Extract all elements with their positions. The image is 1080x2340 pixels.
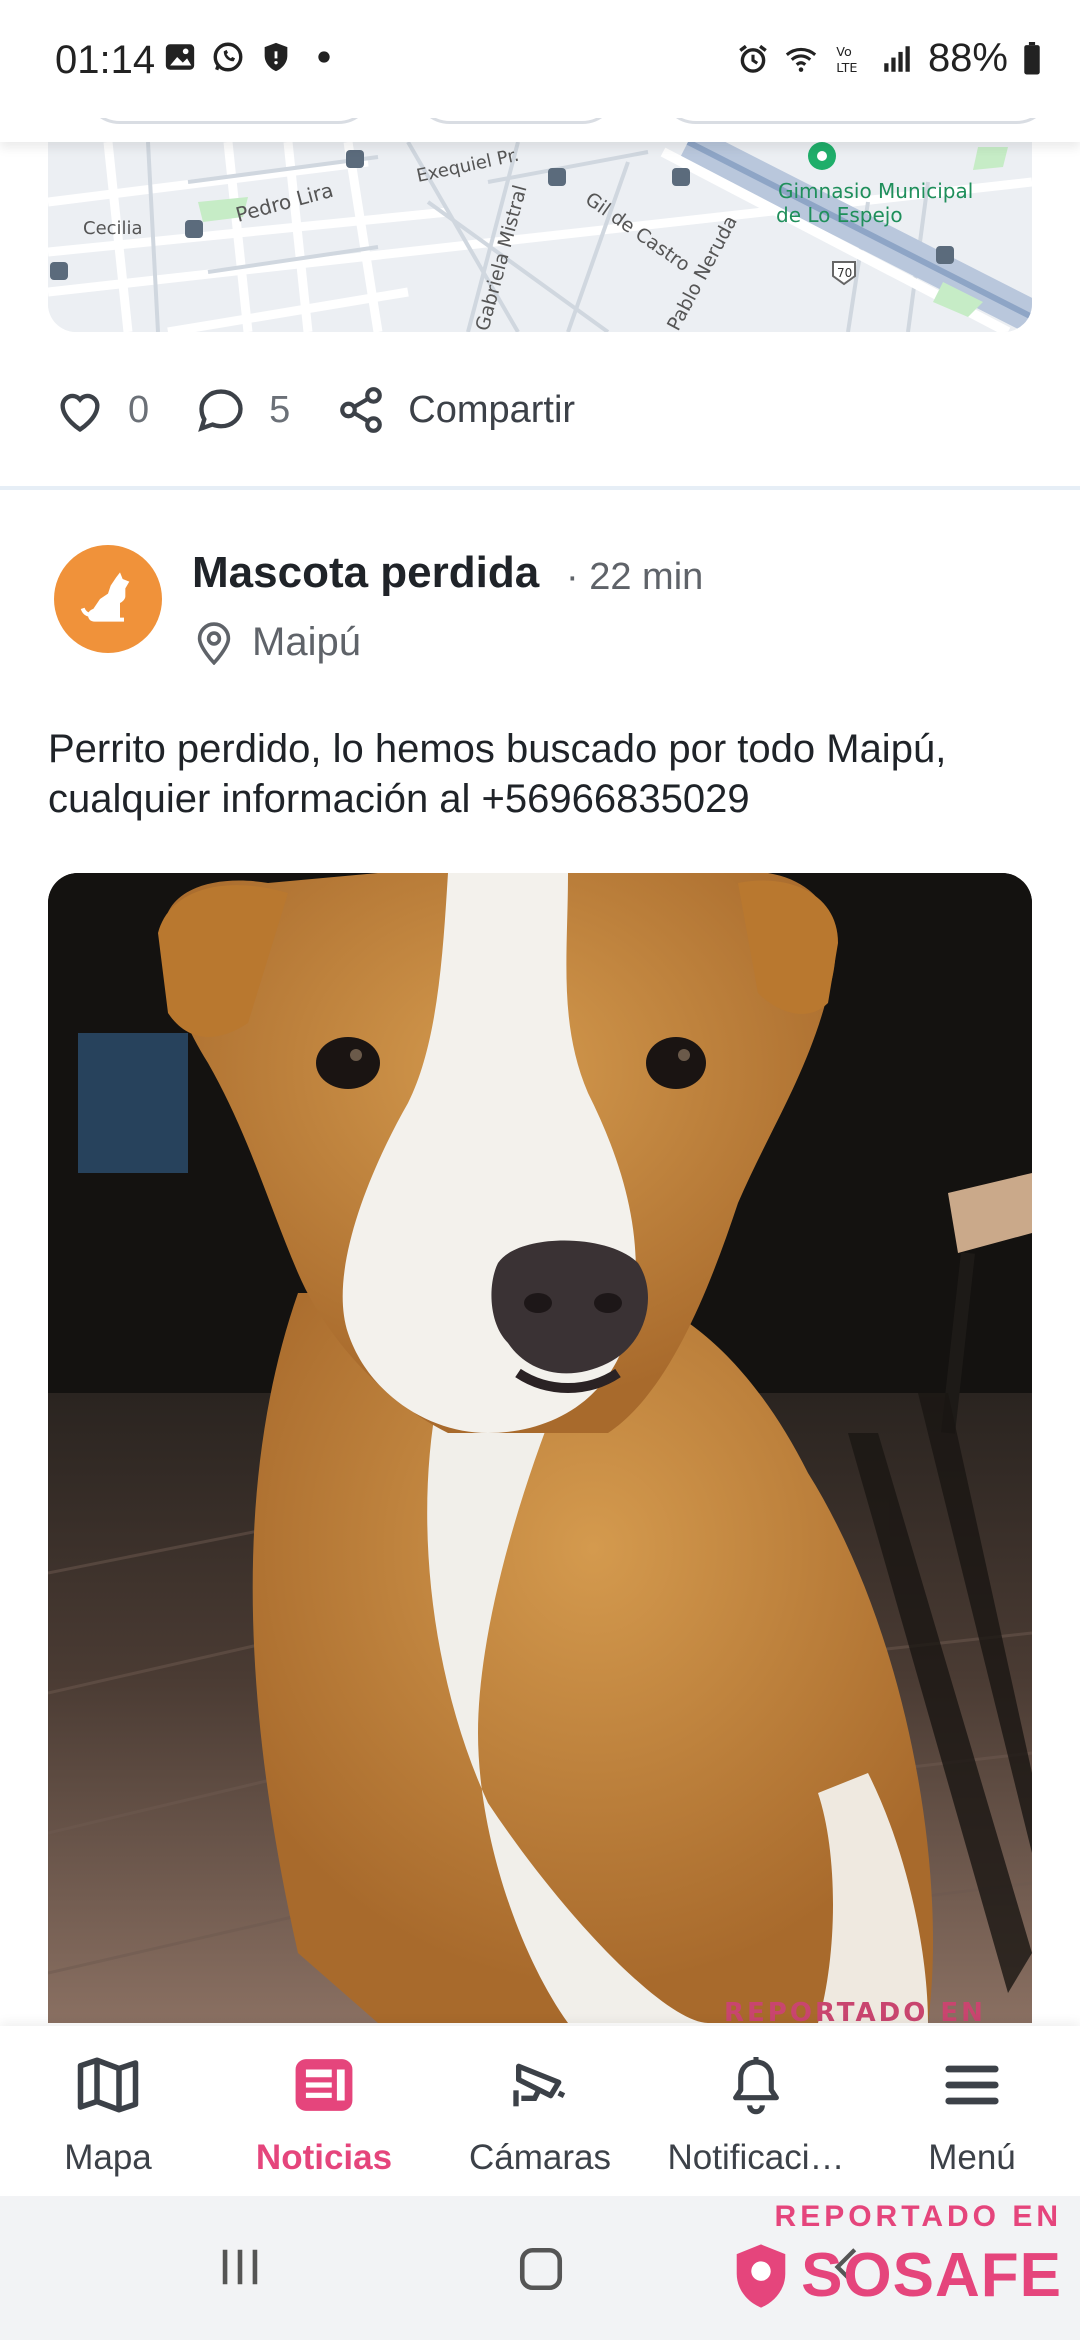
map-label: de Lo Espejo	[776, 203, 903, 227]
dog-icon	[80, 572, 130, 622]
heart-icon	[60, 393, 100, 433]
share-icon	[340, 387, 383, 433]
watermark-brand: SOSAFE	[801, 2241, 1062, 2310]
post-location-label: Maipú	[252, 620, 361, 664]
post-category-title[interactable]: Mascota perdida	[192, 548, 539, 598]
nav-label-camaras: Cámaras	[469, 2138, 611, 2177]
map-graphic: 70 Cecilia Pedro Lira Exequiel Pr. Gil d…	[48, 142, 1032, 332]
volte-icon: VoLTE	[836, 45, 857, 76]
camera-icon	[513, 2063, 566, 2107]
bell-icon	[733, 2057, 779, 2115]
bottom-navigation: Mapa Noticias Cámaras Notificaci… Menú	[0, 2026, 1080, 2196]
watermark-caption: REPORTADO EN	[774, 2200, 1062, 2233]
svg-text:LTE: LTE	[836, 60, 857, 75]
map-icon	[77, 2057, 139, 2113]
nav-tab-noticias[interactable]: Noticias	[216, 2050, 432, 2178]
previous-post-map[interactable]: 70 Cecilia Pedro Lira Exequiel Pr. Gil d…	[48, 142, 1032, 332]
share-button[interactable]: Compartir	[336, 384, 575, 436]
nav-tab-menu[interactable]: Menú	[864, 2050, 1080, 2178]
post-photo[interactable]: REPORTADO EN	[48, 873, 1032, 2023]
nav-tab-camaras[interactable]: Cámaras	[432, 2050, 648, 2178]
battery-percent: 88%	[927, 36, 1008, 80]
post-time: · 22 min	[566, 556, 704, 598]
battery-icon	[1024, 41, 1040, 74]
status-right-icons: Vo LTE 88%	[736, 36, 1042, 81]
alarm-icon	[739, 44, 767, 73]
whatsapp-icon	[213, 42, 243, 72]
post-location: Maipú	[196, 620, 361, 665]
post-separator	[0, 486, 1080, 490]
sosafe-watermark: REPORTADO EN SOSAFE	[731, 2200, 1062, 2311]
news-icon	[295, 2059, 353, 2111]
nav-label-mapa: Mapa	[64, 2138, 152, 2177]
nav-tab-notificaciones[interactable]: Notificaci…	[648, 2050, 864, 2178]
share-label: Compartir	[408, 388, 576, 431]
signal-icon	[884, 45, 910, 72]
location-pin-icon	[197, 621, 231, 665]
route-label: 70	[837, 266, 852, 280]
wifi-icon	[785, 47, 817, 72]
comment-button[interactable]: 5	[195, 385, 290, 435]
map-label: Cecilia	[83, 218, 143, 239]
nav-label-notificaciones: Notificaci…	[667, 2138, 845, 2177]
dot-icon	[318, 51, 330, 63]
like-button[interactable]: 0	[54, 386, 149, 434]
post-actions: 0 5 Compartir	[54, 380, 621, 440]
category-avatar[interactable]	[54, 545, 162, 653]
home-button[interactable]	[516, 2244, 566, 2294]
dog-photo: REPORTADO EN	[48, 873, 1032, 2023]
gallery-icon	[165, 44, 195, 70]
status-left-icons	[163, 40, 341, 74]
comment-count: 5	[269, 388, 291, 431]
photo-watermark: REPORTADO EN	[724, 1998, 986, 2023]
status-bar: 01:14 Vo LTE 88%	[0, 0, 1080, 118]
svg-text:Vo: Vo	[836, 45, 852, 60]
shield-icon	[264, 42, 288, 72]
nav-tab-mapa[interactable]: Mapa	[0, 2050, 216, 2178]
recent-apps-button[interactable]	[216, 2244, 264, 2290]
status-time: 01:14	[55, 38, 156, 82]
post-body-text: Perrito perdido, lo hemos buscado por to…	[48, 727, 947, 821]
nav-label-menu: Menú	[928, 2138, 1016, 2177]
nav-label-noticias: Noticias	[255, 2138, 393, 2177]
sosafe-logo-icon	[736, 2243, 786, 2308]
like-count: 0	[128, 388, 150, 431]
hamburger-icon	[945, 2065, 999, 2105]
comment-icon	[198, 389, 243, 432]
map-label: Gimnasio Municipal	[778, 179, 973, 203]
